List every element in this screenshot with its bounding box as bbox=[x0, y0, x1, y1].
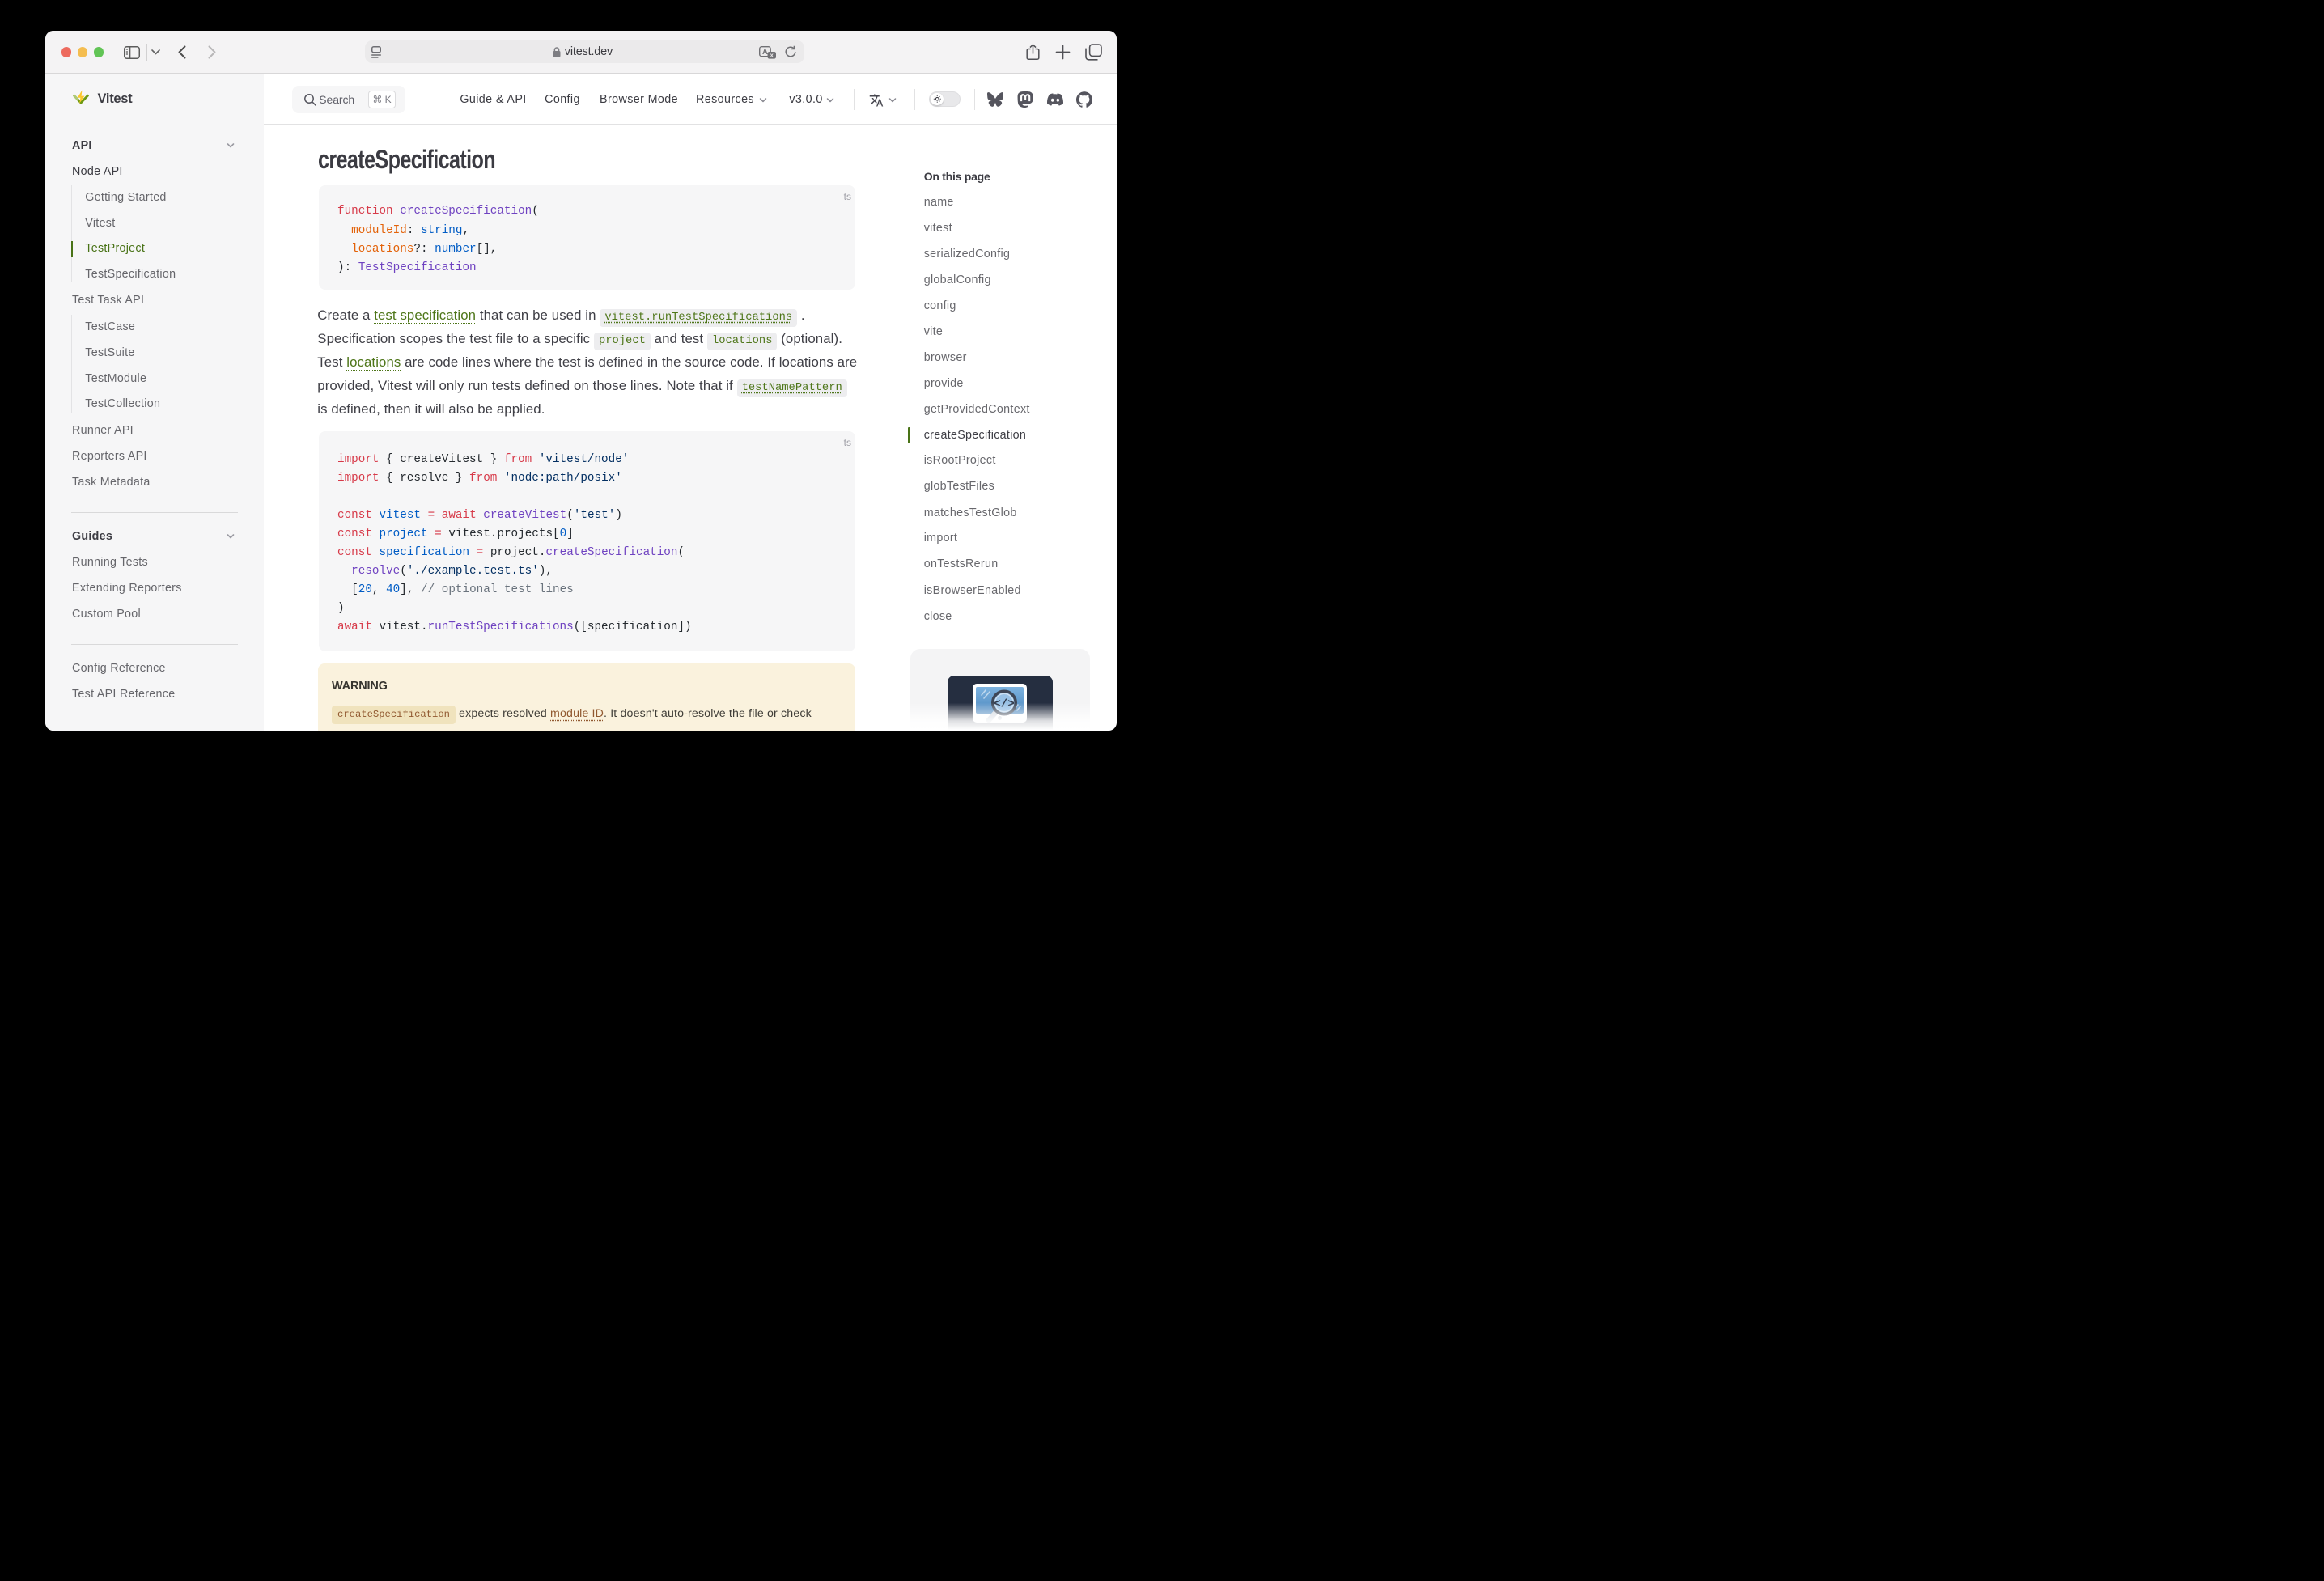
svg-text:A: A bbox=[762, 48, 768, 57]
